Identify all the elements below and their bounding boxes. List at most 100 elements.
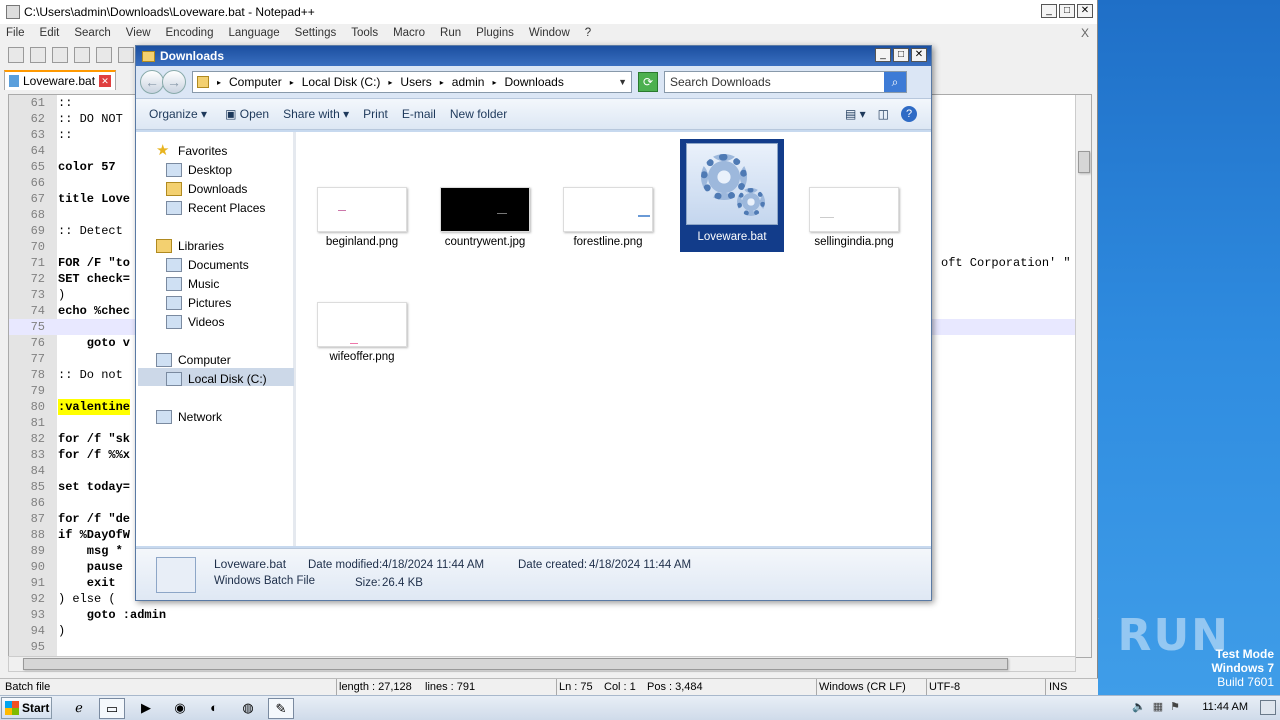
print-button[interactable]: Print <box>363 107 388 121</box>
menu-tools[interactable]: Tools <box>351 27 378 39</box>
explorer-titlebar[interactable]: Downloads <box>136 46 931 66</box>
nav-network[interactable]: Network <box>156 408 222 426</box>
save-icon[interactable] <box>52 47 68 63</box>
close-document-button[interactable]: X <box>1081 26 1089 40</box>
action-center-icon[interactable]: ⚑ <box>1170 700 1180 713</box>
file-item-forestline[interactable]: forestline.png <box>556 187 660 248</box>
preview-pane-icon[interactable]: ◫ <box>878 107 889 121</box>
menu-window[interactable]: Window <box>529 27 570 39</box>
breadcrumb-admin[interactable]: admin <box>452 75 485 89</box>
chrome-icon[interactable]: ◉ <box>167 698 193 719</box>
tab-close-icon[interactable]: ✕ <box>99 75 112 87</box>
code-line: 93 goto :admin <box>9 607 1079 623</box>
file-item-beginland[interactable]: beginland.png <box>310 187 414 248</box>
horizontal-scrollbar[interactable] <box>8 656 1076 672</box>
vertical-scrollbar[interactable] <box>1075 95 1091 657</box>
nav-libraries[interactable]: Libraries <box>156 237 224 255</box>
close-button[interactable]: ✕ <box>1077 4 1093 18</box>
search-input[interactable]: Search Downloads ⌕ <box>664 71 907 93</box>
breadcrumb-users[interactable]: Users <box>400 75 431 89</box>
start-button[interactable]: Start <box>1 697 52 719</box>
refresh-icon[interactable]: ⟳ <box>638 72 658 92</box>
image-thumbnail <box>317 302 407 347</box>
open-file-icon[interactable] <box>30 47 46 63</box>
menu-file[interactable]: File <box>6 27 25 39</box>
media-player-icon[interactable]: ▶ <box>133 698 159 719</box>
email-button[interactable]: E-mail <box>402 107 436 121</box>
address-bar[interactable]: ▸ Computer ▸ Local Disk (C:) ▸ Users ▸ a… <box>192 71 632 93</box>
save-all-icon[interactable] <box>74 47 90 63</box>
code-text: title Love <box>58 192 131 206</box>
file-explorer-icon[interactable]: ▭ <box>99 698 125 719</box>
status-length: length : 27,128 <box>339 681 412 693</box>
code-text: pause <box>58 560 123 574</box>
close-file-icon[interactable] <box>96 47 112 63</box>
file-item-wifeoffer[interactable]: wifeoffer.png <box>310 302 414 363</box>
notepadpp-taskbar-icon[interactable]: ✎ <box>268 698 294 719</box>
line-number: 80 <box>30 400 45 414</box>
line-number: 73 <box>30 288 45 302</box>
nav-videos[interactable]: Videos <box>166 313 224 331</box>
details-created-label: Date created: <box>518 559 588 571</box>
nav-documents[interactable]: Documents <box>166 256 249 274</box>
breadcrumb-downloads[interactable]: Downloads <box>504 75 563 89</box>
menu-view[interactable]: View <box>126 27 151 39</box>
nav-recent-places[interactable]: Recent Places <box>166 199 265 217</box>
menu-search[interactable]: Search <box>74 27 110 39</box>
menu-language[interactable]: Language <box>228 27 279 39</box>
network-tray-icon[interactable]: ▦ <box>1153 700 1163 713</box>
volume-icon[interactable]: 🔈 <box>1132 700 1146 713</box>
downloads-folder-icon <box>166 182 182 196</box>
search-icon[interactable]: ⌕ <box>884 72 906 92</box>
nav-desktop[interactable]: Desktop <box>166 161 232 179</box>
share-with-button[interactable]: Share with ▾ <box>283 107 349 121</box>
close-button[interactable]: ✕ <box>911 48 927 62</box>
nav-local-disk[interactable]: Local Disk (C:) <box>166 370 267 388</box>
firefox-icon[interactable]: ◍ <box>235 698 261 719</box>
open-button[interactable]: ▣ Open <box>225 107 269 121</box>
notepadpp-titlebar[interactable]: C:\Users\admin\Downloads\Loveware.bat - … <box>0 0 1097 24</box>
help-icon[interactable]: ? <box>901 106 917 122</box>
tab-loveware-bat[interactable]: Loveware.bat ✕ <box>4 70 117 90</box>
new-file-icon[interactable] <box>8 47 24 63</box>
menu-plugins[interactable]: Plugins <box>476 27 514 39</box>
breadcrumb-computer[interactable]: Computer <box>229 75 282 89</box>
maximize-button[interactable]: □ <box>1059 4 1075 18</box>
nav-music[interactable]: Music <box>166 275 219 293</box>
line-number: 94 <box>30 624 45 638</box>
breadcrumb-local-disk[interactable]: Local Disk (C:) <box>302 75 381 89</box>
nav-favorites[interactable]: ★ Favorites <box>156 142 227 160</box>
minimize-button[interactable]: _ <box>1041 4 1057 18</box>
nav-downloads[interactable]: Downloads <box>166 180 247 198</box>
menu-settings[interactable]: Settings <box>295 27 337 39</box>
file-item-loveware-bat[interactable]: Loveware.bat <box>680 139 784 252</box>
chevron-down-icon[interactable]: ▼ <box>618 77 627 87</box>
clock[interactable]: 11:44 AM <box>1202 701 1248 713</box>
show-desktop-button[interactable] <box>1260 700 1276 715</box>
horizontal-scroll-thumb[interactable] <box>23 658 1008 670</box>
code-text-right: oft Corporation' " <box>941 256 1071 270</box>
line-number: 75 <box>30 320 45 334</box>
minimize-button[interactable]: _ <box>875 48 891 62</box>
organize-button[interactable]: Organize ▾ <box>149 107 207 121</box>
close-all-icon[interactable] <box>118 47 134 63</box>
maximize-button[interactable]: □ <box>893 48 909 62</box>
back-button[interactable]: ← <box>140 70 164 94</box>
file-item-sellingindia[interactable]: sellingindia.png <box>802 187 906 248</box>
menu-encoding[interactable]: Encoding <box>166 27 214 39</box>
menu-macro[interactable]: Macro <box>393 27 425 39</box>
menu-run[interactable]: Run <box>440 27 461 39</box>
vertical-scroll-thumb[interactable] <box>1078 151 1090 173</box>
views-icon[interactable]: ▤ ▾ <box>845 107 866 121</box>
menu-help[interactable]: ? <box>585 27 591 39</box>
nav-computer[interactable]: Computer <box>156 351 231 369</box>
edge-icon[interactable]: ◐ <box>201 698 227 719</box>
file-item-countrywent[interactable]: countrywent.jpg <box>433 187 537 248</box>
code-text: FOR /F "to <box>58 256 131 270</box>
details-modified-label: Date modified: <box>308 559 383 571</box>
nav-pictures[interactable]: Pictures <box>166 294 231 312</box>
forward-button[interactable]: → <box>162 70 186 94</box>
internet-explorer-icon[interactable]: ℯ <box>66 698 92 719</box>
menu-edit[interactable]: Edit <box>40 27 60 39</box>
new-folder-button[interactable]: New folder <box>450 107 507 121</box>
